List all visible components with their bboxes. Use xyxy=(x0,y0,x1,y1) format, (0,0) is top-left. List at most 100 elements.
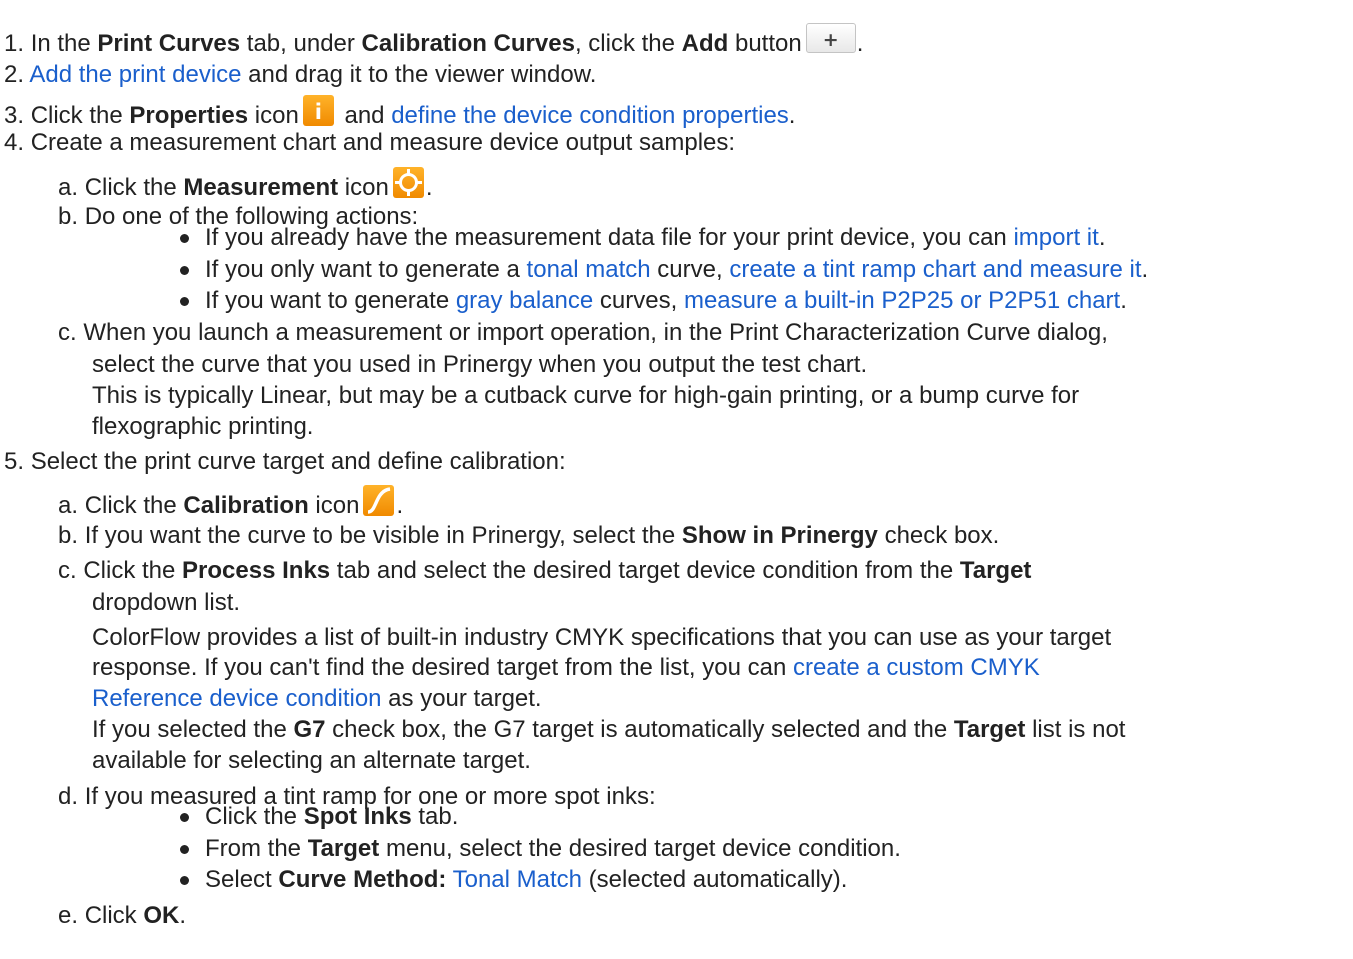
step-text: response. If you can't find the desired … xyxy=(92,654,793,681)
step-4a: a. Click the Measurement icon. xyxy=(58,167,433,203)
bold-text: Print Curves xyxy=(97,30,241,57)
tonal-match-link[interactable]: Tonal Match xyxy=(453,866,582,893)
bold-text: Add xyxy=(681,30,729,57)
step-text: Select xyxy=(205,866,279,893)
bold-text: Process Inks xyxy=(182,557,331,584)
step-text: (selected automatically). xyxy=(582,866,848,893)
bold-text: Curve Method: xyxy=(278,866,447,893)
step-4c-line4: flexographic printing. xyxy=(92,412,313,442)
step-text: Click the xyxy=(84,492,184,519)
step-text: and drag it to the viewer window. xyxy=(241,61,597,88)
curve-icon xyxy=(363,485,395,516)
step-text: . xyxy=(1141,256,1149,283)
substep-label: b. xyxy=(58,522,79,549)
step-text: From the xyxy=(205,835,308,862)
step-text: . xyxy=(788,102,796,129)
step-number: 3. xyxy=(4,102,25,129)
step-text: If you only want to generate a xyxy=(205,256,527,283)
step-5c-line2: dropdown list. xyxy=(92,588,240,618)
step-text: and xyxy=(337,102,392,129)
bullet xyxy=(180,845,189,854)
bold-text: Calibration xyxy=(183,492,309,519)
bullet-item: If you want to generate gray balance cur… xyxy=(205,286,1127,316)
step-text: Click the xyxy=(84,174,184,201)
step-text: list is not xyxy=(1025,716,1126,743)
step-text: icon xyxy=(338,174,389,201)
bold-text: Target xyxy=(307,835,380,862)
bold-text: Target xyxy=(953,716,1026,743)
step-2: 2. Add the print device and drag it to t… xyxy=(4,60,596,90)
step-text: Select the print curve target and define… xyxy=(30,448,566,475)
step-text: Click the xyxy=(83,557,183,584)
bullet-item: From the Target menu, select the desired… xyxy=(205,834,901,864)
step-text: icon xyxy=(308,492,360,519)
substep-label: a. xyxy=(58,174,79,201)
define-properties-link[interactable]: define the device condition properties xyxy=(391,102,789,129)
bold-text: Measurement xyxy=(183,174,339,201)
step-text: . xyxy=(179,902,187,929)
step-5a: a. Click the Calibration icon. xyxy=(58,485,403,521)
step-text: If you want the curve to be visible in P… xyxy=(84,522,682,549)
step-text: . xyxy=(1120,287,1127,314)
step-text: tab and select the desired target device… xyxy=(330,557,960,584)
step-text: , click the xyxy=(574,30,682,57)
step-3: 3. Click the Properties icon i and define… xyxy=(4,95,795,131)
step-5c-line4: response. If you can't find the desired … xyxy=(92,653,1040,683)
step-4: 4. Create a measurement chart and measur… xyxy=(4,128,735,158)
bullet xyxy=(180,876,189,885)
custom-cmyk-link-cont[interactable]: Reference device condition xyxy=(92,685,382,712)
step-text: . xyxy=(856,30,864,57)
step-text: dropdown list. xyxy=(92,589,241,616)
add-print-device-link[interactable]: Add the print device xyxy=(29,61,241,88)
step-text: available for selecting an alternate tar… xyxy=(92,747,531,774)
step-text: Click xyxy=(84,902,144,929)
step-text: tab, under xyxy=(240,30,362,57)
step-number: 1. xyxy=(4,30,25,57)
tint-ramp-link[interactable]: create a tint ramp chart and measure it xyxy=(729,256,1141,283)
bullet-item: Select Curve Method: Tonal Match (select… xyxy=(205,865,847,895)
bold-text: Show in Prinergy xyxy=(681,522,878,549)
step-text: Click the xyxy=(205,803,304,830)
tonal-match-link[interactable]: tonal match xyxy=(527,256,651,283)
gray-balance-link[interactable]: gray balance xyxy=(456,287,593,314)
step-text: check box, the G7 target is automaticall… xyxy=(325,716,954,743)
step-4c-line3: This is typically Linear, but may be a c… xyxy=(92,381,1079,411)
substep-label: b. xyxy=(58,203,79,230)
bullet-item: If you already have the measurement data… xyxy=(205,223,1105,253)
step-number: 5. xyxy=(4,448,25,475)
step-1: 1. In the Print Curves tab, under Calibr… xyxy=(4,23,863,59)
step-5: 5. Select the print curve target and def… xyxy=(4,447,566,477)
step-text: If you selected the xyxy=(92,716,294,743)
step-text: icon xyxy=(248,102,299,129)
step-text: In the xyxy=(30,30,98,57)
plus-icon: + xyxy=(822,29,839,51)
bullet xyxy=(180,266,189,275)
custom-cmyk-link[interactable]: create a custom CMYK xyxy=(793,654,1040,681)
document: 1. In the Print Curves tab, under Calibr… xyxy=(0,0,1353,959)
add-button-image: + xyxy=(805,23,856,53)
bold-text: Properties xyxy=(129,102,249,129)
p2p-chart-link[interactable]: measure a built-in P2P25 or P2P51 chart xyxy=(684,287,1120,314)
step-text: This is typically Linear, but may be a c… xyxy=(92,382,1080,409)
step-text: curve, xyxy=(650,256,730,283)
import-it-link[interactable]: import it xyxy=(1013,224,1098,251)
bold-text: Calibration Curves xyxy=(361,30,575,57)
substep-label: e. xyxy=(58,902,79,929)
step-5c-line5: Reference device condition as your targe… xyxy=(92,684,542,714)
step-text: If you want to generate xyxy=(205,287,456,314)
step-text: When you launch a measurement or import … xyxy=(83,319,1108,346)
step-text: button xyxy=(728,30,802,57)
step-5c: c. Click the Process Inks tab and select… xyxy=(58,556,1031,586)
step-text: Click the xyxy=(30,102,130,129)
step-text: flexographic printing. xyxy=(92,413,314,440)
step-5b: b. If you want the curve to be visible i… xyxy=(58,521,999,551)
step-text: Create a measurement chart and measure d… xyxy=(30,129,736,156)
step-4c: c. When you launch a measurement or impo… xyxy=(58,318,1108,348)
info-icon-glyph: i xyxy=(314,100,322,124)
substep-label: a. xyxy=(58,492,79,519)
bullet-item: If you only want to generate a tonal mat… xyxy=(205,255,1148,285)
step-text: . xyxy=(396,492,404,519)
bold-text: Spot Inks xyxy=(303,803,412,830)
bullet-item: Click the Spot Inks tab. xyxy=(205,802,458,832)
bold-text: Target xyxy=(959,557,1032,584)
